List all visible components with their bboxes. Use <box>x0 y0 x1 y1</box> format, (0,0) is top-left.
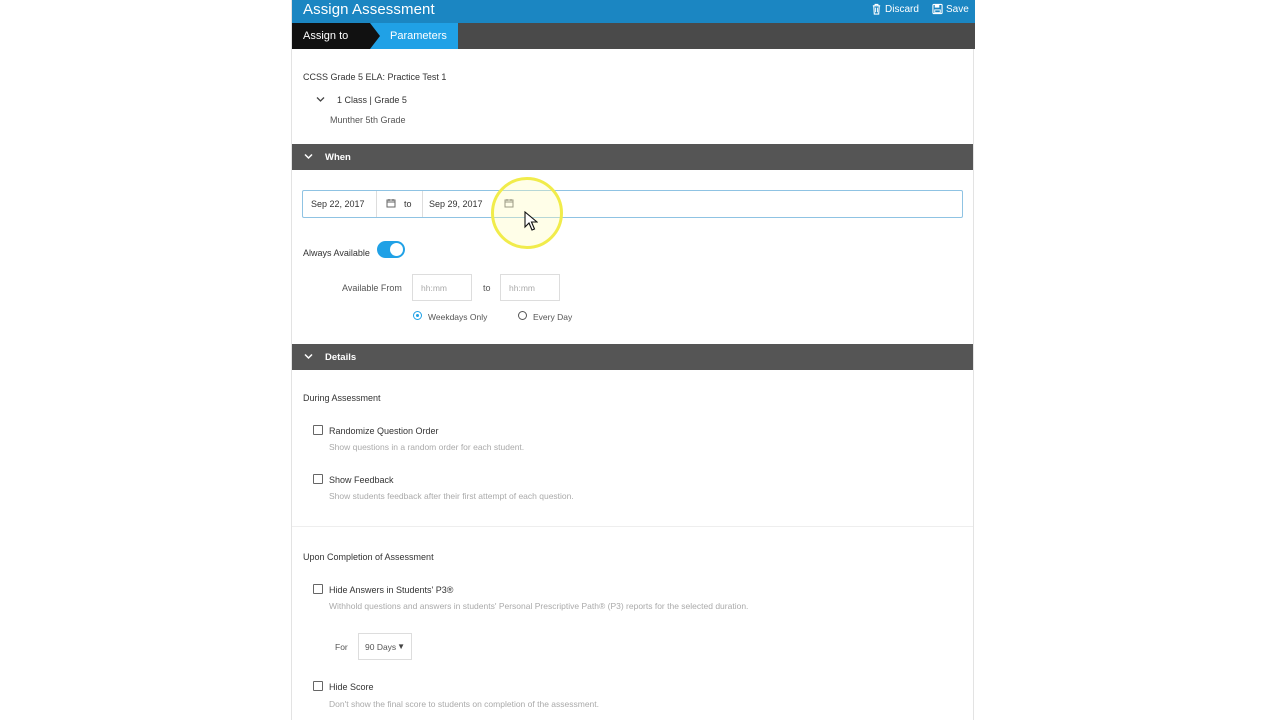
show-feedback-help: Show students feedback after their first… <box>329 491 574 501</box>
divider <box>292 526 973 527</box>
calendar-icon[interactable] <box>504 198 514 208</box>
range-to-label: to <box>404 199 412 209</box>
class-summary[interactable]: 1 Class | Grade 5 <box>337 95 407 105</box>
calendar-icon[interactable] <box>386 198 396 208</box>
end-date-input[interactable]: Sep 29, 2017 <box>429 191 483 217</box>
assign-assessment-dialog: Assign Assessment Discard Save Assign to… <box>291 0 975 720</box>
section-when[interactable]: When <box>292 144 973 170</box>
discard-button[interactable]: Discard <box>871 3 919 15</box>
weekdays-only-radio[interactable] <box>413 311 422 320</box>
randomize-checkbox[interactable] <box>313 425 323 435</box>
caret-down-icon: ▼ <box>397 642 405 651</box>
step-parameters[interactable]: Parameters <box>370 23 458 49</box>
step-arrow <box>370 23 380 49</box>
time-to-label: to <box>483 283 491 293</box>
chevron-down-icon[interactable] <box>316 96 325 103</box>
weekdays-only-label: Weekdays Only <box>428 312 488 322</box>
save-button[interactable]: Save <box>932 3 969 15</box>
wizard-steps: Assign to Parameters <box>292 23 975 49</box>
show-feedback-label[interactable]: Show Feedback <box>329 475 394 485</box>
section-when-label: When <box>325 152 351 163</box>
chevron-down-icon <box>304 353 313 360</box>
start-date-input[interactable]: Sep 22, 2017 <box>311 191 365 217</box>
chevron-down-icon <box>304 153 313 160</box>
hide-score-checkbox[interactable] <box>313 681 323 691</box>
dialog-title: Assign Assessment <box>303 1 435 18</box>
floppy-disk-icon <box>932 3 943 15</box>
divider <box>376 191 377 217</box>
time-from-input[interactable]: hh:mm <box>412 274 472 301</box>
class-name: Munther 5th Grade <box>330 115 406 125</box>
show-feedback-checkbox[interactable] <box>313 474 323 484</box>
always-available-label: Always Available <box>303 248 370 258</box>
for-label: For <box>335 642 348 652</box>
hide-answers-checkbox[interactable] <box>313 584 323 594</box>
hide-score-help: Don't show the final score to students o… <box>329 699 599 709</box>
save-label: Save <box>946 3 969 15</box>
section-details[interactable]: Details <box>292 344 973 370</box>
dialog-header: Assign Assessment Discard Save <box>292 0 975 23</box>
hide-answers-label[interactable]: Hide Answers in Students' P3® <box>329 585 453 595</box>
hide-score-label[interactable]: Hide Score <box>329 682 374 692</box>
every-day-radio[interactable] <box>518 311 527 320</box>
available-from-label: Available From <box>342 283 402 293</box>
duration-value: 90 Days <box>365 642 397 652</box>
trash-icon <box>872 3 881 15</box>
duration-select[interactable]: 90 Days ▼ <box>358 633 412 660</box>
assessment-name: CCSS Grade 5 ELA: Practice Test 1 <box>303 72 447 82</box>
divider <box>422 191 423 217</box>
date-range-picker[interactable]: Sep 22, 2017 to Sep 29, 2017 <box>302 190 963 218</box>
randomize-label[interactable]: Randomize Question Order <box>329 426 439 436</box>
hide-answers-help: Withhold questions and answers in studen… <box>329 601 749 611</box>
randomize-help: Show questions in a random order for eac… <box>329 442 525 452</box>
step-assign-to[interactable]: Assign to <box>292 23 370 49</box>
time-to-input[interactable]: hh:mm <box>500 274 560 301</box>
always-available-toggle[interactable] <box>377 241 405 258</box>
toggle-knob <box>390 243 403 256</box>
upon-completion-heading: Upon Completion of Assessment <box>303 552 434 562</box>
during-assessment-heading: During Assessment <box>303 393 381 403</box>
section-details-label: Details <box>325 352 357 363</box>
every-day-label: Every Day <box>533 312 573 322</box>
discard-label: Discard <box>885 3 919 15</box>
